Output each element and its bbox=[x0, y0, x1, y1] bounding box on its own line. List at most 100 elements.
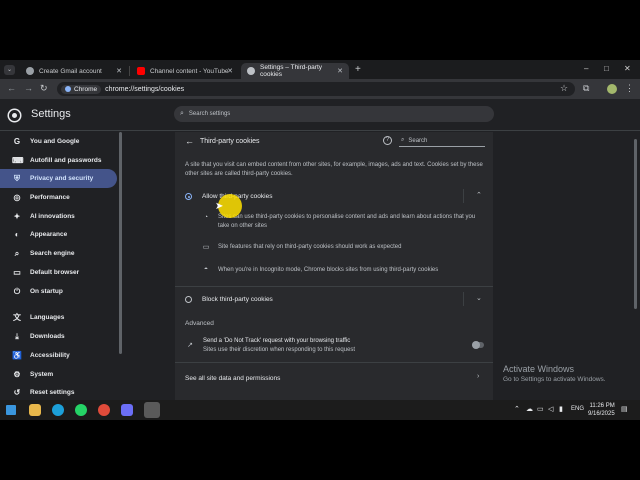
page-scrollbar[interactable] bbox=[634, 139, 637, 309]
sidebar-item-system[interactable]: ⚙ System bbox=[0, 365, 117, 384]
tab-youtube-studio[interactable]: Channel content - YouTube Studio ✕ bbox=[131, 63, 239, 79]
language-indicator[interactable]: ENG bbox=[571, 406, 584, 412]
close-icon[interactable]: ✕ bbox=[116, 67, 122, 75]
network-icon[interactable]: ▭ bbox=[537, 405, 544, 413]
onedrive-icon[interactable]: ☁ bbox=[526, 405, 533, 413]
page-title: Settings bbox=[31, 108, 71, 120]
gear-icon bbox=[247, 67, 255, 75]
chrome-taskbar-icon[interactable] bbox=[98, 404, 110, 416]
translate-icon: 文 bbox=[13, 313, 21, 322]
chip-label: Chrome bbox=[74, 85, 98, 93]
chevron-up-icon[interactable]: ⌃ bbox=[514, 405, 520, 413]
sidebar-item-downloads[interactable]: ⤓ Downloads bbox=[0, 327, 117, 346]
search-settings-input[interactable]: ⌕ Search settings bbox=[174, 106, 494, 122]
close-icon[interactable]: ✕ bbox=[337, 67, 343, 75]
notifications-icon[interactable]: ▤ bbox=[621, 405, 628, 413]
sidebar-item-label: AI innovations bbox=[30, 213, 75, 220]
reload-icon[interactable]: ↻ bbox=[40, 83, 48, 94]
watermark-line-1: Activate Windows bbox=[503, 364, 575, 374]
block-cookies-radio[interactable] bbox=[185, 296, 192, 303]
sidebar-item-autofill[interactable]: ⌨ Autofill and passwords bbox=[0, 151, 117, 170]
see-all-site-data-link[interactable]: See all site data and permissions bbox=[185, 375, 280, 382]
volume-icon[interactable]: ◁ bbox=[548, 405, 553, 413]
do-not-track-icon: ↗ bbox=[187, 342, 193, 349]
bookmark-star-icon[interactable]: ☆ bbox=[560, 83, 568, 94]
tab-settings[interactable]: Settings – Third-party cookies ✕ bbox=[241, 63, 349, 79]
close-icon[interactable]: ✕ bbox=[227, 67, 233, 75]
whatsapp-icon[interactable] bbox=[75, 404, 87, 416]
window-icon: ▭ bbox=[202, 244, 210, 251]
sidebar-item-privacy[interactable]: ⛨ Privacy and security bbox=[0, 169, 117, 188]
chevron-right-icon[interactable]: › bbox=[477, 373, 479, 380]
search-placeholder: Search settings bbox=[188, 111, 231, 117]
speedometer-icon: ◎ bbox=[13, 193, 21, 202]
sidebar-item-label: Downloads bbox=[30, 333, 65, 340]
tab-title: Create Gmail account bbox=[39, 67, 102, 75]
browser-icon: ▭ bbox=[13, 268, 21, 277]
app-icon[interactable] bbox=[121, 404, 133, 416]
start-windows-icon[interactable] bbox=[6, 405, 16, 415]
allow-cookies-radio[interactable] bbox=[185, 193, 192, 200]
sidebar-scrollbar[interactable] bbox=[119, 132, 122, 354]
minimize-button[interactable]: – bbox=[584, 64, 588, 73]
file-explorer-icon[interactable] bbox=[29, 404, 41, 416]
maximize-button[interactable]: □ bbox=[604, 64, 609, 73]
sidebar-item-label: Default browser bbox=[30, 269, 80, 276]
sidebar-item-search-engine[interactable]: ⌕ Search engine bbox=[0, 244, 117, 263]
card-header: ← Third-party cookies ? ⌕ Search bbox=[175, 132, 493, 156]
forward-icon[interactable]: → bbox=[24, 83, 33, 93]
tab-separator bbox=[129, 66, 130, 76]
battery-icon[interactable]: ▮ bbox=[559, 405, 563, 413]
sidebar-item-appearance[interactable]: ◐ Appearance bbox=[0, 225, 117, 244]
sidebar-item-label: System bbox=[30, 371, 54, 378]
sidebar-item-label: Reset settings bbox=[30, 389, 75, 396]
chrome-active-taskbar-icon[interactable] bbox=[144, 402, 160, 418]
palette-icon: ◐ bbox=[14, 230, 20, 239]
new-tab-button[interactable]: + bbox=[355, 64, 361, 75]
dnt-toggle[interactable] bbox=[472, 341, 484, 349]
settings-header: Settings ⌕ Search settings bbox=[0, 99, 640, 131]
sidebar-item-ai-innovations[interactable]: ✦ AI innovations bbox=[0, 207, 117, 226]
clock-time: 11:26 PM bbox=[589, 403, 615, 409]
sidebar: G You and Google ⌨ Autofill and passwords … bbox=[0, 132, 122, 402]
sidebar-item-you-and-google[interactable]: G You and Google bbox=[0, 132, 117, 151]
power-icon: ⏻ bbox=[13, 286, 21, 296]
sidebar-item-label: You and Google bbox=[30, 138, 80, 145]
divider bbox=[175, 286, 493, 287]
back-arrow-icon[interactable]: ← bbox=[185, 136, 194, 146]
chevron-up-icon[interactable]: ⌃ bbox=[476, 191, 482, 199]
sidebar-item-performance[interactable]: ◎ Performance bbox=[0, 188, 117, 207]
address-bar[interactable]: Chrome chrome://settings/cookies bbox=[57, 82, 575, 96]
chevron-down-icon[interactable]: ⌄ bbox=[476, 294, 482, 302]
site-info-chip[interactable]: Chrome bbox=[61, 84, 102, 94]
windows-taskbar: ⌃ ☁ ▭ ◁ ▮ ENG 11:26 PM 9/16/2025 ▤ bbox=[0, 400, 640, 420]
allow-cookies-detail-3: When you're in Incognito mode, Chrome bl… bbox=[218, 267, 439, 273]
sidebar-item-label: Performance bbox=[30, 194, 70, 201]
sidebar-item-label: On startup bbox=[30, 288, 63, 295]
search-placeholder: Search bbox=[408, 137, 428, 144]
help-icon[interactable]: ? bbox=[383, 136, 392, 145]
tab-gmail[interactable]: Create Gmail account ✕ bbox=[20, 63, 128, 79]
third-party-cookies-card: ← Third-party cookies ? ⌕ Search A site … bbox=[175, 132, 493, 402]
sidebar-item-default-browser[interactable]: ▭ Default browser bbox=[0, 263, 117, 282]
divider bbox=[463, 189, 464, 203]
sidebar-item-accessibility[interactable]: ♿ Accessibility bbox=[0, 346, 117, 365]
sidebar-item-label: Languages bbox=[30, 314, 65, 321]
youtube-icon bbox=[137, 67, 145, 75]
block-cookies-label[interactable]: Block third-party cookies bbox=[202, 296, 273, 303]
divider bbox=[463, 292, 464, 306]
sidebar-item-label: Search engine bbox=[30, 250, 75, 257]
mouse-cursor-icon: ➤ bbox=[215, 201, 224, 212]
profile-avatar[interactable] bbox=[607, 84, 617, 94]
close-window-button[interactable]: ✕ bbox=[624, 64, 631, 73]
sidebar-item-languages[interactable]: 文 Languages bbox=[0, 308, 117, 327]
edge-icon[interactable] bbox=[52, 404, 64, 416]
extensions-icon[interactable]: ⧉ bbox=[583, 83, 589, 94]
sidebar-item-on-startup[interactable]: ⏻ On startup bbox=[0, 282, 117, 301]
menu-icon[interactable]: ⋮ bbox=[625, 83, 634, 94]
tab-search-button[interactable]: ⌄ bbox=[4, 65, 15, 75]
advanced-heading: Advanced bbox=[185, 320, 214, 327]
clock[interactable]: 11:26 PM 9/16/2025 bbox=[588, 402, 615, 418]
section-search-input[interactable]: ⌕ Search bbox=[399, 135, 485, 147]
back-icon[interactable]: ← bbox=[7, 83, 16, 93]
